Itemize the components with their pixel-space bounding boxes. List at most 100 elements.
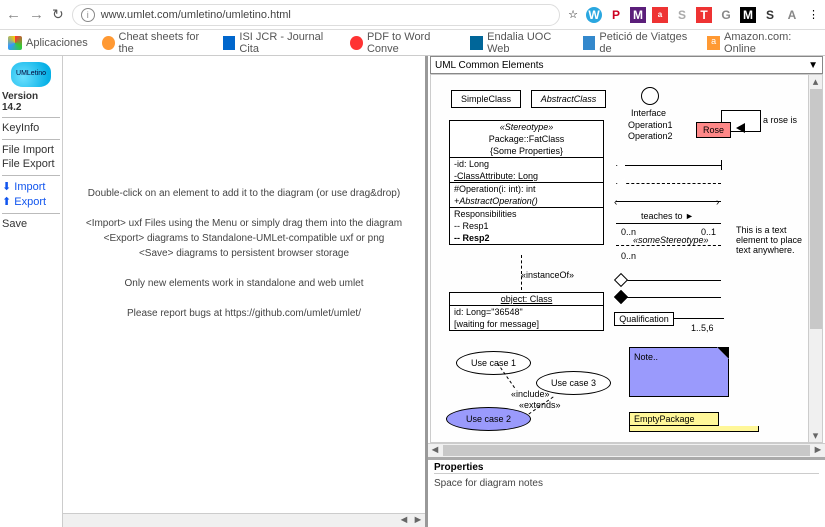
extension-icons: W P M a S T G M S A [586,7,800,23]
resp-item: -- Resp2 [450,232,603,244]
attr-label: -id: Long [450,158,603,170]
arrow-element[interactable] [616,245,721,246]
note-element[interactable]: Note.. [629,347,729,397]
file-import-button[interactable]: File Import [2,143,60,157]
bookmark-label: PDF to Word Conve [367,31,456,55]
text-element[interactable]: This is a text element to place text any… [736,225,806,255]
usecase-element[interactable]: Use case 1 [456,351,531,375]
scroll-down-icon[interactable]: ▾ [809,429,822,442]
apps-button[interactable]: Aplicaciones [8,36,88,50]
file-export-button[interactable]: File Export [2,157,60,171]
export-button[interactable]: ⬆ Export [2,194,60,209]
object-wait: [waiting for message] [450,318,603,330]
simple-class-element[interactable]: SimpleClass [451,90,521,108]
bookmark-icon [470,36,483,50]
multiplicity-label: 0..n [621,251,636,261]
properties-panel[interactable]: Properties Space for diagram notes [428,457,825,527]
bookmark-label: Petició de Viatges de [599,31,693,55]
diamond-icon [614,290,628,304]
scrollbar-thumb[interactable] [810,89,822,329]
ext-icon[interactable]: W [586,7,602,23]
arrow-bar [721,160,722,170]
logo-text: UMLetino [11,70,51,77]
qualification-element[interactable]: Qualification [614,312,674,326]
element-label: Use case 2 [466,414,511,424]
ext-icon[interactable]: G [718,7,734,23]
fat-class-element[interactable]: «Stereotype» Package::FatClass {Some Pro… [449,120,604,245]
arrow-element[interactable] [616,223,721,224]
ext-icon[interactable]: a [652,7,668,23]
sidebar: UMLetino Version 14.2 KeyInfo File Impor… [0,56,63,527]
rose-element[interactable]: Rose [696,122,731,138]
nav-back-icon[interactable]: ← [6,6,21,23]
arrow-element[interactable] [674,318,724,319]
properties-text[interactable]: Space for diagram notes [434,474,819,493]
arrow-element[interactable] [616,201,721,202]
palette-selector[interactable]: UML Common Elements ▼ [430,56,823,74]
scrollbar-thumb[interactable] [443,445,810,456]
save-button[interactable]: Save [2,217,60,231]
scroll-right-icon[interactable]: ► [811,444,825,457]
dropdown-icon[interactable]: ▼ [808,60,818,71]
element-label: AbstractClass [541,94,597,104]
package-body [629,426,759,432]
bookmark-item[interactable]: Petició de Viatges de [583,31,694,55]
element-label: SimpleClass [461,94,511,104]
object-id: id: Long="36548" [450,306,603,318]
ext-icon[interactable]: A [784,7,800,23]
bookmark-bar: Aplicaciones Cheat sheets for the ISI JC… [0,30,825,56]
element-label: Qualification [619,314,669,324]
ext-icon[interactable]: P [608,7,624,23]
resp-item: -- Resp1 [450,220,603,232]
address-bar[interactable]: i www.umlet.com/umletino/umletino.html [72,4,560,26]
star-icon[interactable]: ☆ [568,8,578,21]
interface-circle-icon[interactable] [641,87,659,105]
abstract-class-element[interactable]: AbstractClass [531,90,606,108]
bookmark-label: ISI JCR - Journal Cita [239,31,336,55]
stereotype-label: «Stereotype» [450,121,603,133]
scroll-right-icon[interactable]: ► [411,514,425,527]
ext-icon[interactable]: M [630,7,646,23]
interface-label: Interface [631,108,666,118]
bookmark-item[interactable]: ISI JCR - Journal Cita [223,31,337,55]
element-label: Use case 1 [471,358,516,368]
keyinfo-button[interactable]: KeyInfo [2,121,60,135]
import-button[interactable]: ⬇ Import [2,179,60,194]
bookmark-icon [102,36,115,50]
arrow-element[interactable] [616,183,721,184]
object-class-element[interactable]: object: Class id: Long="36548" [waiting … [449,292,604,331]
arrow-element[interactable] [616,165,721,166]
import-label: Import [14,181,45,193]
horizontal-scrollbar[interactable]: ◄► [428,443,825,457]
nav-forward-icon[interactable]: → [29,6,44,23]
bookmark-item[interactable]: PDF to Word Conve [350,31,456,55]
arrow-element[interactable] [616,280,721,281]
horizontal-scrollbar[interactable]: ◄ ► [63,513,425,527]
bookmark-item[interactable]: Endalia UOC Web [470,31,568,55]
op-label: Operation2 [628,131,673,141]
vertical-scrollbar[interactable]: ▴ ▾ [808,75,822,442]
help-line: Please report bugs at https://github.com… [63,306,425,321]
arrow-element[interactable] [616,297,721,298]
menu-icon[interactable]: ⋮ [808,8,819,21]
note-label: Note.. [634,352,658,362]
reload-icon[interactable]: ↻ [52,6,64,23]
scroll-up-icon[interactable]: ▴ [809,75,822,88]
scroll-left-icon[interactable]: ◄ [428,444,442,457]
ext-icon[interactable]: T [696,7,712,23]
palette-area[interactable]: SimpleClass AbstractClass «Stereotype» P… [430,74,823,443]
bookmark-item[interactable]: Cheat sheets for the [102,31,209,55]
bookmark-item[interactable]: aAmazon.com: Online [707,31,817,55]
diagram-canvas[interactable]: Double-click on an element to add it to … [63,56,428,527]
ext-icon[interactable]: S [762,7,778,23]
scroll-left-icon[interactable]: ◄ [397,514,411,527]
ext-icon[interactable]: M [740,7,756,23]
usecase-element[interactable]: Use case 2 [446,407,531,431]
info-icon[interactable]: i [81,8,95,22]
bookmark-icon [350,36,363,50]
ext-icon[interactable]: S [674,7,690,23]
bookmark-icon [583,36,596,50]
download-icon: ⬇ [2,181,11,193]
package-label: Package::FatClass [450,133,603,145]
empty-package-element[interactable]: EmptyPackage [629,412,719,426]
